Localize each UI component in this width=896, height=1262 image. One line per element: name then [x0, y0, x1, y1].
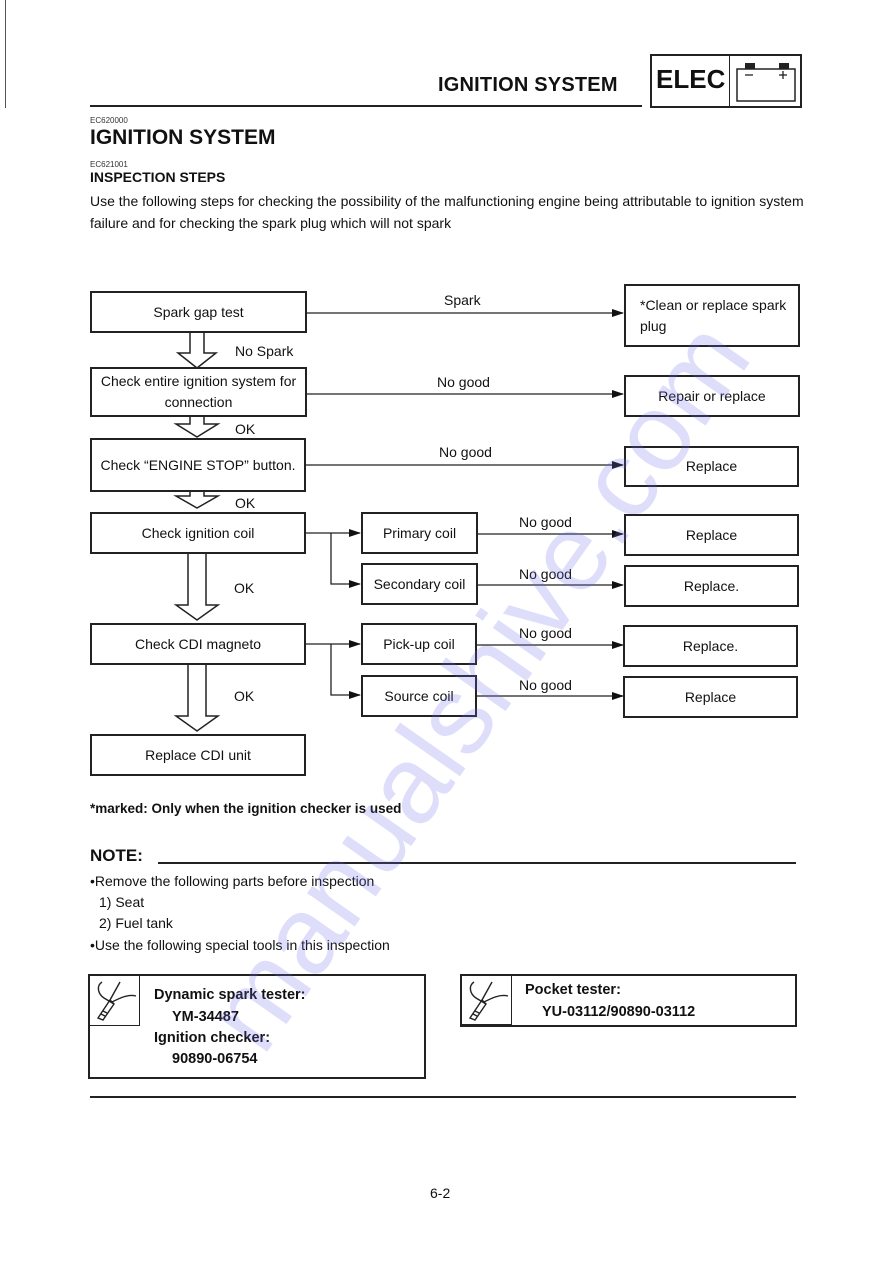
note-line: 2) Fuel tank	[99, 915, 173, 931]
tool-number: YU-03112/90890-03112	[542, 1004, 696, 1020]
label-ok-1: OK	[235, 421, 256, 437]
result-clean-replace-plug: *Clean or replace spark plug	[624, 284, 800, 347]
result-replace-secondary: Replace.	[624, 565, 799, 607]
down-arrow-2	[173, 416, 221, 438]
label-ok-3: OK	[234, 580, 255, 596]
note-title: NOTE:	[90, 846, 143, 865]
result-replace-source: Replace	[623, 676, 798, 718]
label-ok-4: OK	[234, 688, 255, 704]
note-rule	[158, 862, 796, 864]
subcheck-pickup-coil: Pick-up coil	[361, 623, 477, 665]
result-replace-pickup: Replace.	[623, 625, 798, 667]
page-number: 6-2	[430, 1185, 451, 1201]
special-tool-icon	[90, 976, 140, 1026]
label-no-spark: No Spark	[235, 343, 294, 359]
label-ok-2: OK	[235, 495, 256, 511]
step-spark-gap-test: Spark gap test	[90, 291, 307, 333]
label-spark: Spark	[444, 292, 481, 308]
arrow-to-secondary	[330, 533, 361, 588]
down-arrow-4	[173, 554, 221, 621]
note-line: •Remove the following parts before inspe…	[90, 873, 375, 889]
step-check-ignition-coil: Check ignition coil	[90, 512, 306, 554]
tool-number: 90890-06754	[172, 1051, 258, 1067]
tool-name: Dynamic spark tester:	[154, 987, 306, 1003]
result-replace-primary: Replace	[624, 514, 799, 556]
special-tool-icon	[462, 976, 512, 1025]
tool-box-1: Dynamic spark tester: YM-34487 Ignition …	[88, 974, 426, 1079]
step-check-engine-stop: Check “ENGINE STOP” button.	[90, 438, 306, 492]
note-line: •Use the following special tools in this…	[90, 937, 390, 953]
tool-box-2: Pocket tester: YU-03112/90890-03112	[460, 974, 797, 1027]
label-no-good-source: No good	[519, 677, 572, 693]
step-check-connection: Check entire ignition system for connect…	[90, 367, 307, 417]
tool-name: Ignition checker:	[154, 1030, 271, 1046]
footer-rule	[90, 1096, 796, 1098]
tool-number: YM-34487	[172, 1009, 239, 1025]
result-replace-engine-stop: Replace	[624, 446, 799, 487]
arrow-to-source	[330, 644, 361, 699]
step-replace-cdi-unit: Replace CDI unit	[90, 734, 306, 776]
down-arrow-3	[173, 492, 221, 509]
subcheck-primary-coil: Primary coil	[361, 512, 478, 554]
result-repair-or-replace: Repair or replace	[624, 375, 800, 417]
label-no-good-secondary: No good	[519, 566, 572, 582]
note-line: 1) Seat	[99, 894, 145, 910]
down-arrow-1	[175, 333, 219, 369]
down-arrow-5	[173, 665, 221, 732]
footnote: *marked: Only when the ignition checker …	[90, 801, 402, 816]
subcheck-source-coil: Source coil	[361, 675, 477, 717]
label-no-good-primary: No good	[519, 514, 572, 530]
label-no-good-2: No good	[439, 444, 492, 460]
tool-name: Pocket tester:	[525, 982, 621, 998]
label-no-good-pickup: No good	[519, 625, 572, 641]
label-no-good-1: No good	[437, 374, 490, 390]
subcheck-secondary-coil: Secondary coil	[361, 563, 478, 605]
step-check-cdi-magneto: Check CDI magneto	[90, 623, 306, 665]
